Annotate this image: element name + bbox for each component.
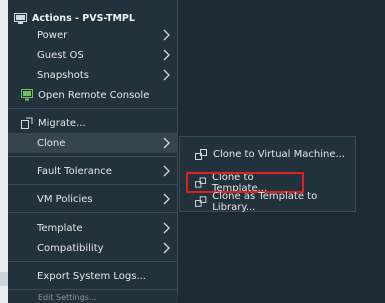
menu-item-label: Clone (37, 137, 66, 149)
menu-item-open-remote-console[interactable]: Open Remote Console (8, 85, 178, 105)
menu-item-migrate[interactable]: Migrate... (8, 113, 178, 133)
chevron-right-icon (163, 29, 170, 41)
menu-item-clone[interactable]: Clone (8, 133, 178, 153)
menu-item-label: Snapshots (37, 69, 89, 81)
menu-item-label: Template (37, 222, 83, 234)
chevron-right-icon (163, 69, 170, 81)
menu-item-label: Export System Logs... (37, 270, 146, 282)
chevron-right-icon (163, 137, 170, 149)
submenu-item-clone-as-template-to-library[interactable]: Clone as Template to Library... (180, 190, 355, 213)
chevron-right-icon (163, 49, 170, 61)
actions-context-menu: Actions - PVS-TMPL Power Guest OS Snapsh… (8, 0, 178, 303)
submenu-item-label: Clone to Virtual Machine... (213, 149, 346, 160)
menu-item-partial[interactable]: Edit Settings... (8, 293, 178, 303)
menu-item-label: Migrate... (38, 117, 86, 129)
menu-item-export-system-logs[interactable]: Export System Logs... (8, 266, 178, 286)
clone-vm-icon (195, 148, 207, 160)
submenu-item-label: Clone as Template to Library... (212, 190, 318, 213)
chevron-right-icon (163, 193, 170, 205)
vm-template-icon (14, 12, 27, 24)
menu-item-label: Compatibility (37, 242, 104, 254)
background-row-marker (0, 272, 8, 286)
menu-item-label: VM Policies (37, 193, 93, 205)
page-background-strip (0, 0, 8, 303)
chevron-right-icon (163, 165, 170, 177)
menu-item-guest-os[interactable]: Guest OS (8, 45, 178, 65)
menu-item-label: Power (37, 29, 68, 41)
menu-divider (8, 184, 178, 185)
menu-item-label: Guest OS (37, 49, 84, 61)
menu-item-fault-tolerance[interactable]: Fault Tolerance (8, 161, 178, 181)
menu-item-label: Open Remote Console (38, 89, 150, 101)
submenu-item-clone-to-virtual-machine[interactable]: Clone to Virtual Machine... (180, 144, 355, 165)
menu-item-vm-policies[interactable]: VM Policies (8, 189, 178, 209)
menu-item-label: Fault Tolerance (37, 165, 112, 177)
menu-item-snapshots[interactable]: Snapshots (8, 65, 178, 85)
chevron-right-icon (163, 242, 170, 254)
remote-console-icon (21, 89, 33, 101)
chevron-right-icon (163, 222, 170, 234)
menu-item-compatibility[interactable]: Compatibility (8, 238, 178, 258)
menu-item-template[interactable]: Template (8, 218, 178, 238)
menu-title: Actions - PVS-TMPL (32, 12, 135, 24)
menu-divider (8, 156, 178, 157)
menu-divider (8, 261, 178, 262)
clone-submenu: Clone to Virtual Machine... Clone to Tem… (179, 136, 356, 213)
menu-divider (8, 289, 178, 290)
clone-library-icon (195, 195, 207, 207)
menu-divider (8, 212, 178, 213)
clone-template-icon (195, 176, 207, 188)
menu-item-power[interactable]: Power (8, 25, 178, 45)
menu-item-label: Edit Settings... (38, 293, 97, 302)
menu-divider (8, 108, 178, 109)
migrate-icon (21, 117, 33, 129)
